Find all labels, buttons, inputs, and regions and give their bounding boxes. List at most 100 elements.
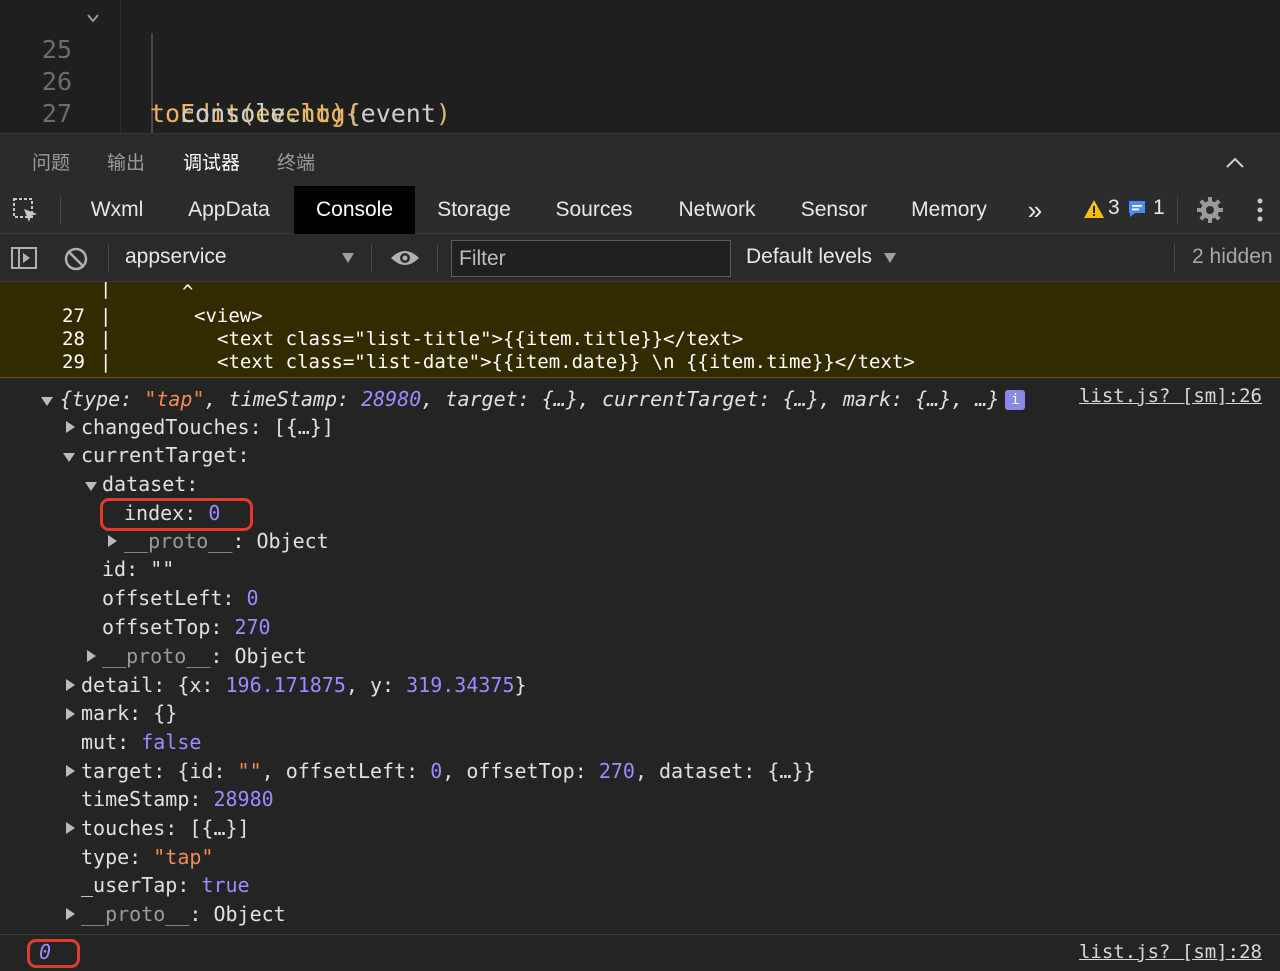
- warning-count[interactable]: 3: [1108, 196, 1120, 220]
- prop-mut[interactable]: mut: false: [81, 728, 201, 756]
- code-line-25[interactable]: 25 toEdit(event){: [0, 2, 1280, 128]
- object-summary[interactable]: {type: "tap", timeStamp: 28980, target: …: [60, 385, 1026, 413]
- tab-output[interactable]: 输出: [107, 148, 145, 188]
- key: timeStamp: [81, 787, 190, 811]
- tab-debugger[interactable]: 调试器: [183, 148, 241, 189]
- key: type: [72, 387, 121, 411]
- prop-touches[interactable]: touches: [{…}]: [81, 814, 250, 842]
- expand-arrow-icon[interactable]: [66, 708, 75, 720]
- tab-network[interactable]: Network: [664, 186, 770, 234]
- divider: [371, 244, 372, 272]
- info-icon[interactable]: i: [1005, 390, 1026, 410]
- prop-currentTarget[interactable]: currentTarget:: [81, 441, 250, 469]
- clear-console-icon[interactable]: [64, 247, 88, 271]
- log-levels-select[interactable]: Default levels: [746, 245, 872, 269]
- prop-changedTouches[interactable]: changedTouches: [{…}]: [81, 413, 334, 441]
- prop-proto[interactable]: __proto__: Object: [124, 527, 329, 555]
- value: 270: [234, 615, 271, 639]
- more-options-icon[interactable]: [1252, 197, 1268, 223]
- warning-message: | ^ 27 | <view> 28 | <text class="list-t…: [0, 282, 1280, 378]
- console-toolbar: appservice Filter Default levels 2 hidde…: [0, 234, 1280, 282]
- highlight-box: [27, 939, 80, 968]
- value: Object: [256, 529, 329, 553]
- live-expression-eye-icon[interactable]: [389, 248, 421, 268]
- tab-problems[interactable]: 问题: [32, 148, 70, 188]
- key: offsetTop: [102, 615, 211, 639]
- tab-memory[interactable]: Memory: [898, 186, 1000, 234]
- code-editor[interactable]: 25 toEdit(event){ 26 console.log(event) …: [0, 0, 1280, 133]
- prop-mark[interactable]: mark: {}: [81, 699, 177, 727]
- frame-code: <text class="list-date">{{item.date}} \n…: [217, 351, 915, 373]
- frame-bar: |: [100, 305, 112, 327]
- filter-input[interactable]: Filter: [451, 240, 731, 277]
- key: touches: [81, 816, 166, 840]
- context-select[interactable]: appservice: [125, 245, 227, 269]
- prop-detail[interactable]: detail: {x: 196.171875, y: 319.34375}: [81, 671, 527, 699]
- inspect-element-icon[interactable]: [12, 197, 40, 225]
- warning-icon[interactable]: [1083, 198, 1105, 220]
- divider: [1174, 244, 1175, 272]
- prop-proto[interactable]: __proto__: Object: [102, 642, 307, 670]
- expand-arrow-icon[interactable]: [66, 765, 75, 777]
- expand-arrow-icon[interactable]: [87, 650, 96, 662]
- message-icon[interactable]: [1127, 199, 1147, 219]
- key: dataset: [102, 472, 187, 496]
- tab-console[interactable]: Console: [294, 186, 415, 234]
- code-line-26[interactable]: 26 console.log(event): [0, 34, 1280, 128]
- value: {…}: [915, 387, 952, 411]
- expand-arrow-icon[interactable]: [66, 421, 75, 433]
- key: _userTap: [81, 873, 178, 897]
- expand-arrow-icon[interactable]: [66, 822, 75, 834]
- prop-type[interactable]: type: "tap": [81, 843, 213, 871]
- source-link[interactable]: list.js? [sm]:28: [1079, 938, 1262, 966]
- prop-offsetLeft[interactable]: offsetLeft: 0: [102, 584, 259, 612]
- prop-dataset[interactable]: dataset:: [102, 470, 198, 498]
- value: [{…}]: [189, 816, 250, 840]
- collapse-arrow-icon[interactable]: [63, 453, 75, 462]
- expand-arrow-icon[interactable]: [66, 908, 75, 920]
- dropdown-arrow-icon[interactable]: [883, 252, 897, 264]
- frame-line-number: 28: [62, 328, 85, 350]
- value: 0: [430, 759, 443, 783]
- value: "tap": [144, 387, 205, 411]
- value: 270: [598, 759, 635, 783]
- key: offsetLeft: [102, 586, 223, 610]
- divider: [1177, 196, 1178, 224]
- frame-code: <text class="list-title">{{item.title}}<…: [217, 328, 744, 350]
- code-line-27[interactable]: 27 let index = event.currentTarget.datas…: [0, 66, 1280, 133]
- expand-arrow-icon[interactable]: [108, 535, 117, 547]
- tab-appdata[interactable]: AppData: [170, 186, 288, 234]
- divider: [437, 244, 438, 272]
- tab-sensor[interactable]: Sensor: [788, 186, 880, 234]
- key: changedTouches: [81, 415, 250, 439]
- tab-storage[interactable]: Storage: [422, 186, 526, 234]
- hidden-count[interactable]: 2 hidden: [1192, 245, 1273, 269]
- prop-proto[interactable]: __proto__: Object: [81, 900, 286, 928]
- more-tabs-icon[interactable]: »: [1016, 186, 1054, 234]
- message-count[interactable]: 1: [1153, 196, 1165, 220]
- code-frame-bar: |: [100, 282, 112, 299]
- code-line-28[interactable]: 28 console.log(index): [0, 98, 1280, 133]
- tab-terminal[interactable]: 终端: [277, 148, 315, 188]
- fold-chevron-icon[interactable]: [86, 11, 100, 25]
- value: {…}: [541, 387, 578, 411]
- sidebar-toggle-icon[interactable]: [11, 247, 37, 269]
- prop-target[interactable]: target: {id: "", offsetLeft: 0, offsetTo…: [81, 757, 816, 785]
- collapse-arrow-icon[interactable]: [85, 482, 97, 491]
- expand-arrow-icon[interactable]: [66, 679, 75, 691]
- key: target: [81, 759, 154, 783]
- key: mark: [81, 701, 130, 725]
- prop-offsetTop[interactable]: offsetTop: 270: [102, 613, 271, 641]
- frame-code: <view>: [194, 305, 263, 327]
- divider: [60, 196, 61, 224]
- source-link[interactable]: list.js? [sm]:26: [1079, 382, 1262, 410]
- tab-wxml[interactable]: Wxml: [72, 186, 162, 234]
- tab-sources[interactable]: Sources: [542, 186, 646, 234]
- gear-icon[interactable]: [1195, 195, 1225, 225]
- prop-userTap[interactable]: _userTap: true: [81, 871, 250, 899]
- prop-timeStamp[interactable]: timeStamp: 28980: [81, 785, 274, 813]
- dropdown-arrow-icon[interactable]: [341, 252, 355, 264]
- collapse-panel-icon[interactable]: [1224, 152, 1246, 174]
- collapse-arrow-icon[interactable]: [41, 397, 53, 406]
- prop-id[interactable]: id: "": [102, 555, 174, 583]
